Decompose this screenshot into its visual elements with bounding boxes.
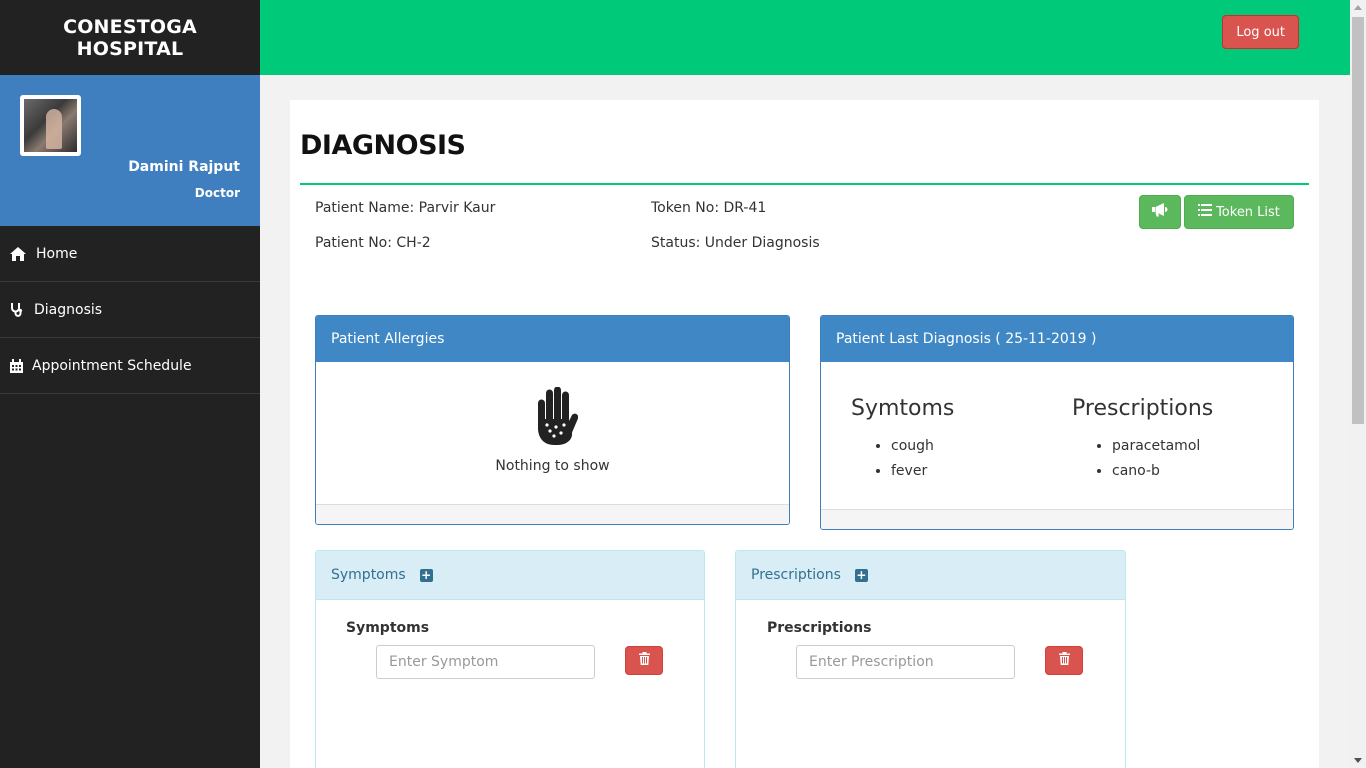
page-title: DIAGNOSIS [300, 130, 466, 161]
prescriptions-field-label: Prescriptions [767, 620, 872, 636]
avatar-image [24, 99, 77, 152]
prescription-input[interactable] [796, 645, 1015, 679]
announce-button[interactable] [1139, 195, 1181, 229]
last-diagnosis-panel-footer [821, 509, 1293, 529]
token-number: Token No: DR-41 [651, 200, 767, 216]
list-item: cough [891, 436, 934, 461]
brand-line-1: CONESTOGA [63, 15, 197, 38]
home-icon [10, 246, 32, 261]
symptoms-field-label: Symptoms [346, 620, 430, 636]
allergies-panel: Patient Allergies Nothing to show [315, 315, 790, 525]
patient-status: Status: Under Diagnosis [651, 235, 820, 251]
list-item: cano-b [1112, 461, 1200, 486]
user-profile: Damini Rajput Doctor [0, 75, 260, 226]
stethoscope-icon [10, 302, 32, 317]
user-role: Doctor [194, 186, 240, 200]
sidebar-item-label: Home [36, 245, 78, 262]
last-diagnosis-panel: Patient Last Diagnosis ( 25-11-2019 ) Sy… [820, 315, 1294, 530]
trash-icon [638, 652, 650, 669]
patient-name: Patient Name: Parvir Kaur [315, 200, 496, 216]
allergies-panel-footer [316, 504, 789, 524]
list-item: fever [891, 461, 934, 486]
prescriptions-panel-header: Prescriptions + [736, 551, 1125, 600]
patient-number: Patient No: CH-2 [315, 235, 431, 251]
last-symptoms-title: Symtoms [851, 396, 955, 421]
sidebar-item-label: Diagnosis [34, 301, 103, 318]
allergies-panel-title: Patient Allergies [316, 316, 789, 362]
calendar-icon [10, 358, 32, 373]
trash-icon [1058, 652, 1070, 669]
last-prescriptions-title: Prescriptions [1072, 396, 1214, 421]
topbar: Log out [260, 0, 1350, 75]
token-list-label: Token List [1216, 204, 1280, 220]
add-prescription-icon[interactable]: + [854, 568, 868, 582]
bullhorn-icon [1152, 203, 1168, 221]
main-content: DIAGNOSIS Patient Name: Parvir Kaur Toke… [290, 100, 1319, 768]
sidebar-item-label: Appointment Schedule [32, 357, 192, 374]
delete-prescription-button[interactable] [1045, 646, 1083, 675]
sidebar-item-home[interactable]: Home [0, 226, 260, 282]
scroll-thumb[interactable] [1352, 17, 1364, 424]
list-icon [1198, 204, 1213, 220]
sidebar: CONESTOGA HOSPITAL Damini Rajput Doctor … [0, 0, 260, 768]
title-divider [300, 183, 1309, 185]
symptoms-panel-title: Symptoms [331, 567, 406, 583]
list-item: paracetamol [1112, 436, 1200, 461]
hand-allergy-icon [528, 386, 579, 449]
sidebar-item-appointment-schedule[interactable]: Appointment Schedule [0, 338, 260, 394]
prescriptions-panel: Prescriptions + Prescriptions [735, 550, 1126, 768]
allergies-empty-text: Nothing to show [495, 458, 610, 474]
brand-logo[interactable]: CONESTOGA HOSPITAL [0, 0, 260, 75]
add-symptom-icon[interactable]: + [419, 568, 433, 582]
last-symptoms-list: cough fever [871, 436, 934, 486]
scroll-up-icon[interactable] [1354, 5, 1362, 10]
scrollbar[interactable] [1350, 0, 1366, 768]
token-list-button[interactable]: Token List [1184, 195, 1294, 229]
delete-symptom-button[interactable] [625, 646, 663, 675]
user-name: Damini Rajput [128, 159, 240, 175]
logout-button[interactable]: Log out [1222, 15, 1299, 49]
symptom-input[interactable] [376, 645, 595, 679]
prescriptions-panel-title: Prescriptions [751, 567, 841, 583]
last-diagnosis-panel-title: Patient Last Diagnosis ( 25-11-2019 ) [821, 316, 1293, 362]
scroll-down-icon[interactable] [1354, 758, 1362, 763]
avatar[interactable] [20, 95, 81, 156]
sidebar-item-diagnosis[interactable]: Diagnosis [0, 282, 260, 338]
brand-line-2: HOSPITAL [76, 37, 184, 60]
symptoms-panel: Symptoms + Symptoms [315, 550, 705, 768]
symptoms-panel-header: Symptoms + [316, 551, 704, 600]
last-prescriptions-list: paracetamol cano-b [1092, 436, 1200, 486]
